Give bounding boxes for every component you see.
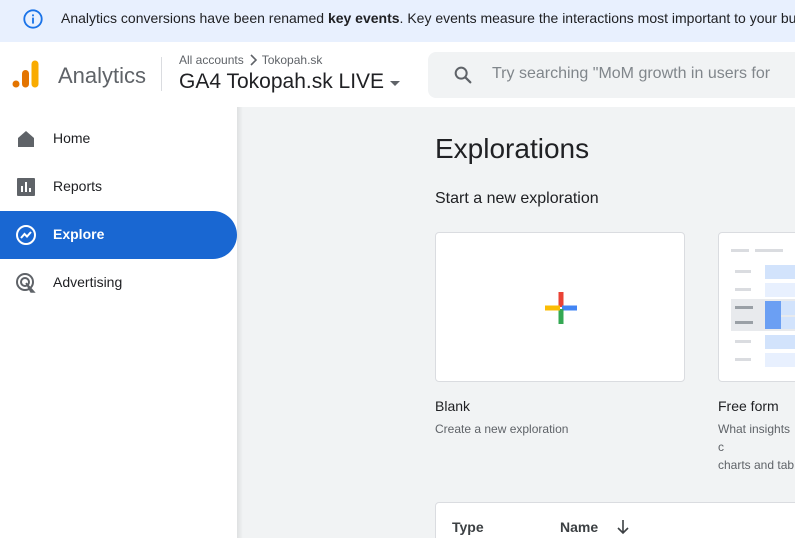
info-banner: Analytics conversions have been renamed … xyxy=(0,0,795,42)
sidebar-item-home[interactable]: Home xyxy=(0,115,237,163)
caret-down-icon xyxy=(390,81,401,86)
free-form-template-description: What insights c charts and tab xyxy=(718,420,795,474)
sidebar-item-label: Home xyxy=(53,130,91,146)
free-form-description-line: What insights c xyxy=(718,422,791,454)
banner-message: Analytics conversions have been renamed … xyxy=(61,10,795,26)
blank-template-card[interactable] xyxy=(435,232,685,382)
page-title: Explorations xyxy=(435,133,590,164)
sidebar-item-explore[interactable]: Explore xyxy=(0,211,237,259)
breadcrumb[interactable]: All accounts Tokopah.sk xyxy=(179,53,322,67)
arrow-down-icon[interactable] xyxy=(616,519,630,535)
column-header-type[interactable]: Type xyxy=(452,519,484,535)
search-icon xyxy=(454,66,472,84)
search-input[interactable]: Try searching "MoM growth in users for xyxy=(492,65,770,83)
sidebar-item-reports[interactable]: Reports xyxy=(0,163,237,211)
info-icon xyxy=(23,9,43,29)
reports-icon xyxy=(17,178,35,196)
app-name: Analytics xyxy=(58,63,147,88)
breadcrumb-account[interactable]: All accounts xyxy=(179,53,244,67)
explorations-table: Type Name xyxy=(435,502,795,538)
free-form-template-card[interactable] xyxy=(718,232,795,382)
app-header: Analytics All accounts Tokopah.sk GA4 To… xyxy=(0,42,795,108)
search-bar[interactable]: Try searching "MoM growth in users for xyxy=(428,52,795,98)
free-form-description-line: charts and tab xyxy=(718,458,795,472)
plus-icon xyxy=(545,292,577,324)
sidebar-shadow xyxy=(237,107,243,538)
banner-bold-text: key events xyxy=(327,10,400,26)
blank-template-description: Create a new exploration xyxy=(435,422,569,436)
chevron-right-icon xyxy=(250,54,257,66)
breadcrumb-property[interactable]: Tokopah.sk xyxy=(262,53,323,67)
advertising-icon xyxy=(16,273,36,293)
main-content: Explorations Start a new exploration Bla… xyxy=(237,107,795,538)
blank-template-title[interactable]: Blank xyxy=(435,398,470,414)
free-form-template-title[interactable]: Free form xyxy=(718,398,779,414)
free-form-thumbnail xyxy=(731,249,795,367)
column-header-name[interactable]: Name xyxy=(560,519,598,535)
sidebar-item-advertising[interactable]: Advertising xyxy=(0,259,237,307)
section-title: Start a new exploration xyxy=(435,190,599,207)
property-name[interactable]: GA4 Tokopah.sk LIVE xyxy=(179,70,384,94)
analytics-logo-icon[interactable] xyxy=(12,59,40,89)
sidebar-item-label: Explore xyxy=(53,226,105,242)
home-icon xyxy=(18,131,34,147)
header-divider xyxy=(161,57,162,91)
property-selector[interactable]: GA4 Tokopah.sk LIVE xyxy=(179,70,401,94)
sidebar: Home Reports Explore Advertising xyxy=(0,107,237,538)
sidebar-item-label: Reports xyxy=(53,178,103,194)
sidebar-item-label: Advertising xyxy=(53,274,123,290)
explore-icon xyxy=(16,225,36,245)
